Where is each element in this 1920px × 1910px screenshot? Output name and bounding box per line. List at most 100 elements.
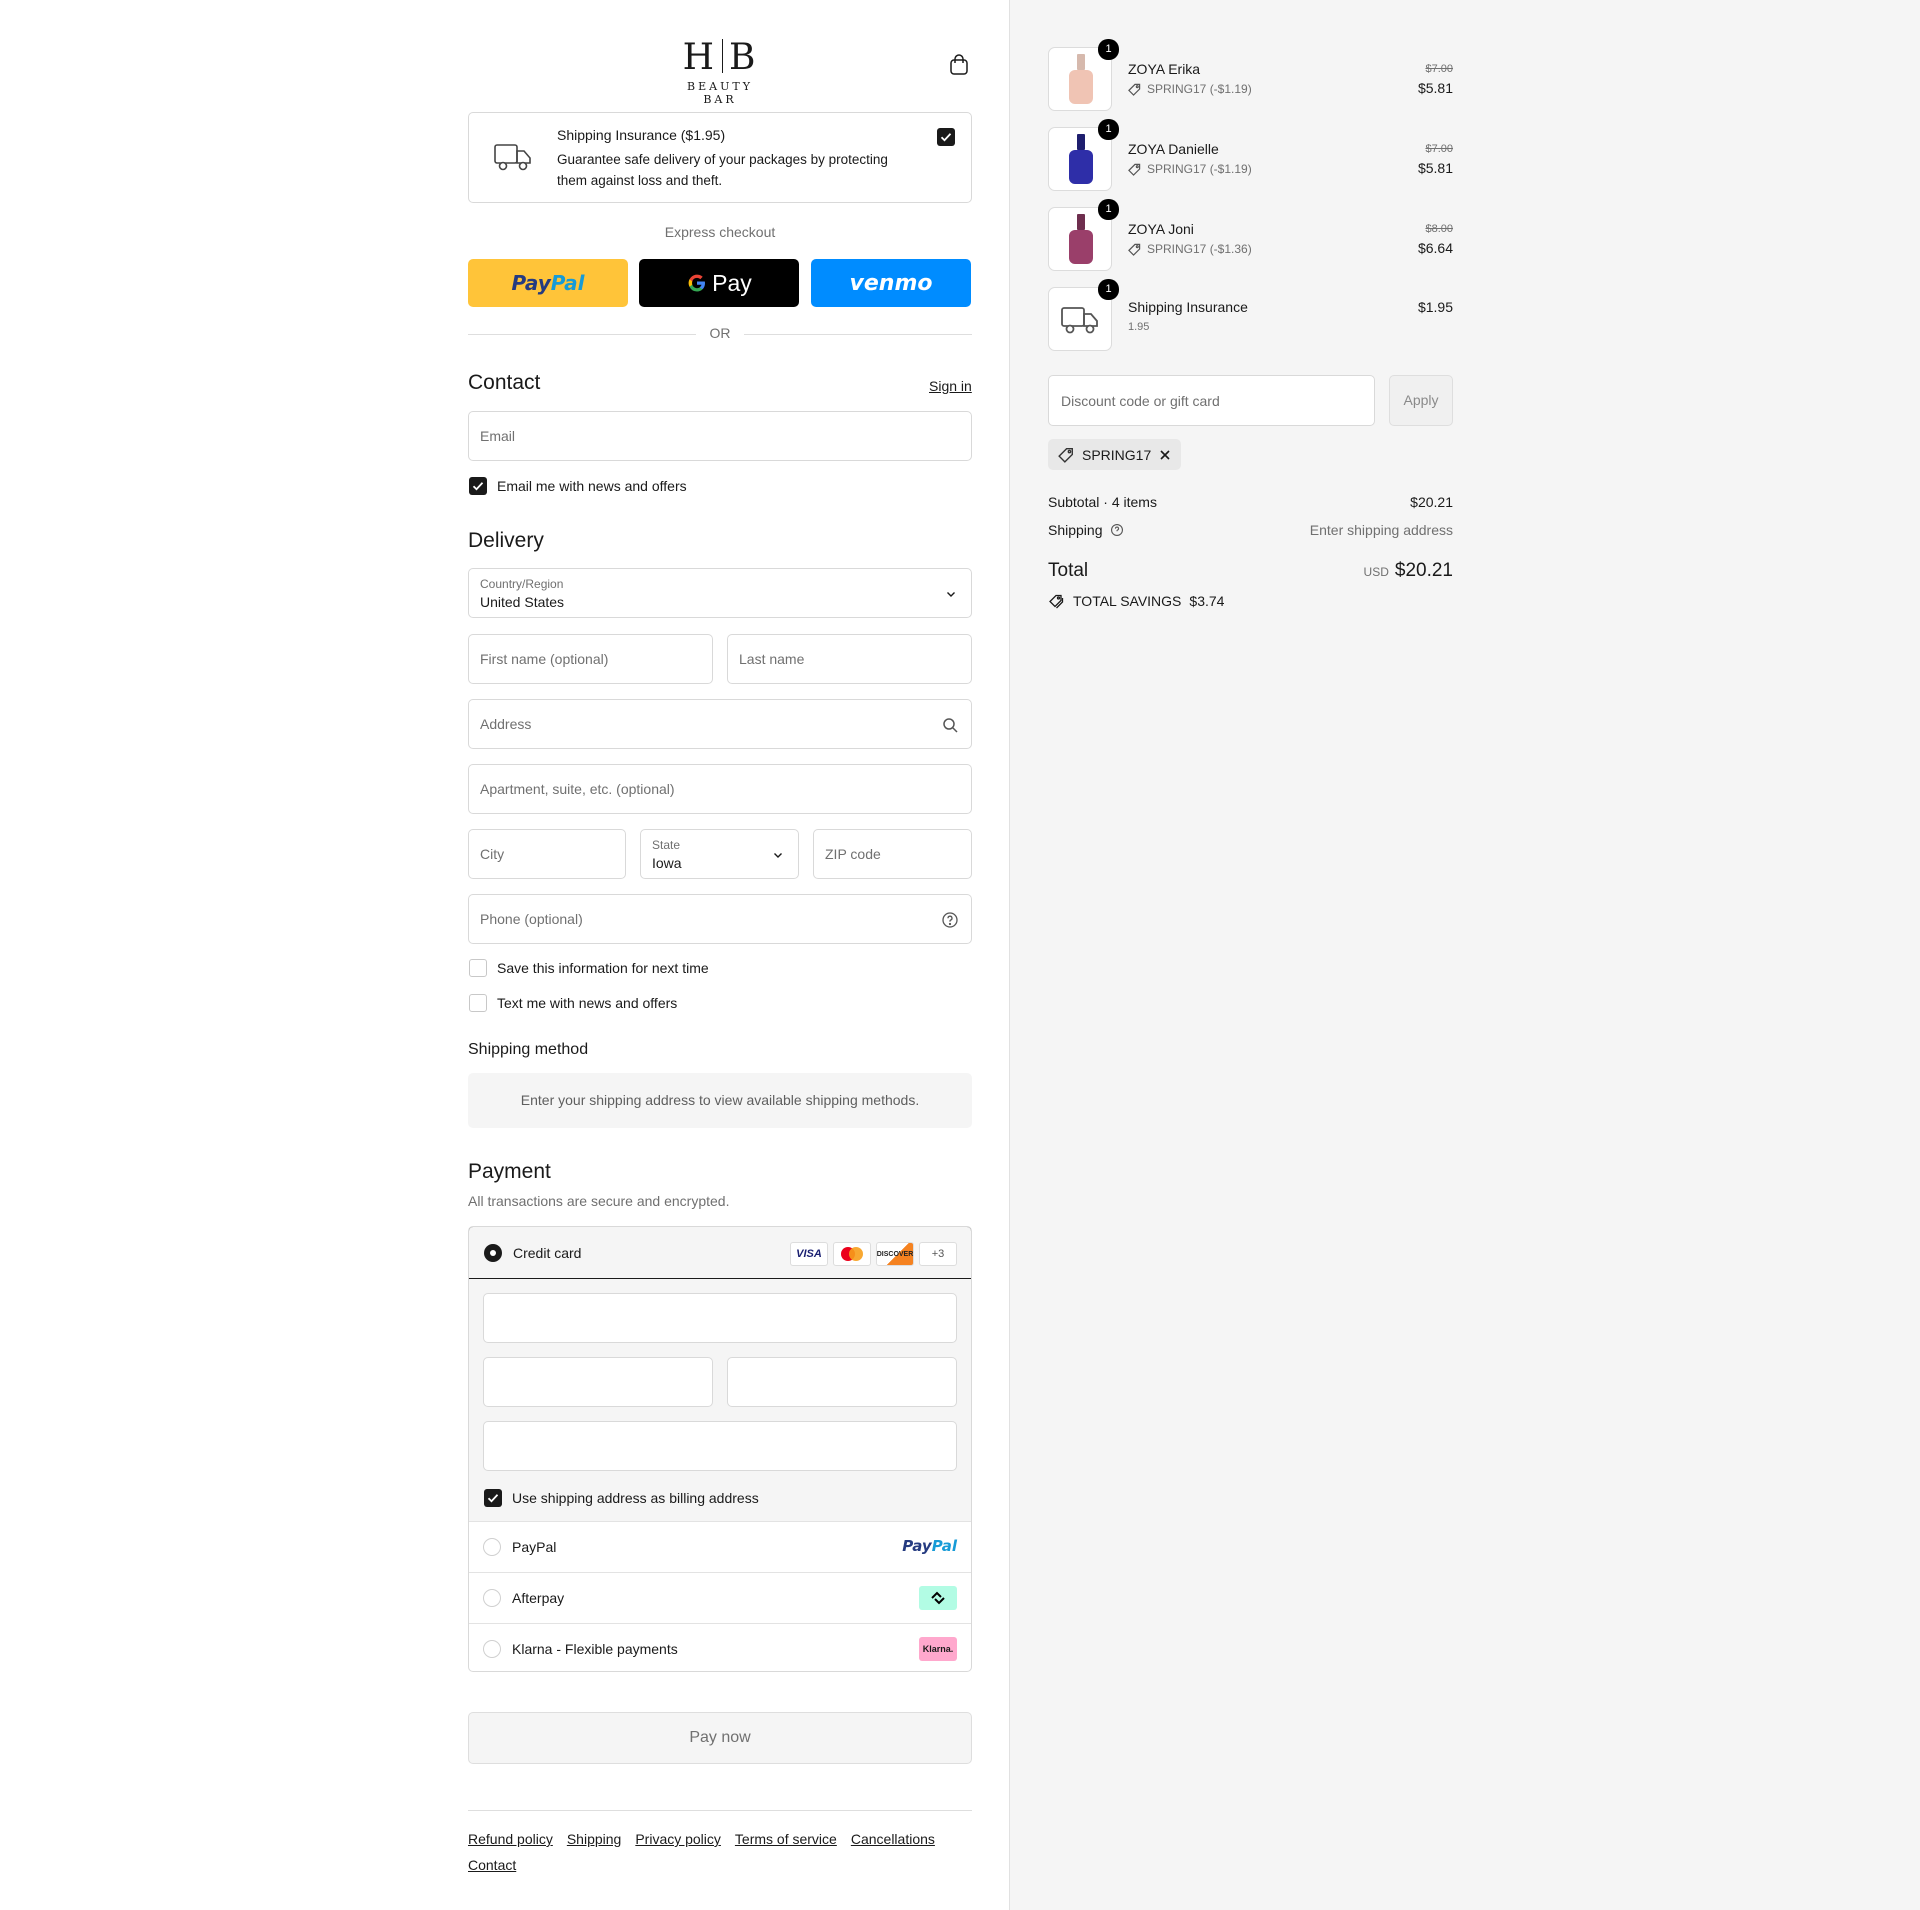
total-savings-label: TOTAL SAVINGS [1073, 593, 1182, 609]
city-field[interactable]: City [468, 829, 626, 879]
item-original-price: $8.00 [1425, 223, 1453, 235]
applied-discount-chip: SPRING17 [1048, 439, 1182, 470]
quantity-badge: 1 [1098, 199, 1119, 220]
check-icon [472, 482, 484, 491]
shipping-link[interactable]: Shipping [567, 1826, 622, 1852]
pay-now-button[interactable]: Pay now [468, 1712, 972, 1764]
card-number-field[interactable] [483, 1293, 957, 1343]
shopping-bag-icon[interactable] [948, 54, 970, 76]
item-original-price: $7.00 [1425, 63, 1453, 75]
store-logo[interactable]: HB BEAUTY BAR [669, 37, 771, 107]
contact-heading: Contact [468, 371, 541, 394]
total-label: Total [1048, 560, 1089, 581]
subtotal-value: $20.21 [1410, 494, 1453, 510]
paypal-logo: PayPal [902, 1537, 957, 1555]
billing-same-label: Use shipping address as billing address [512, 1490, 759, 1506]
email-placeholder: Email [480, 428, 516, 444]
paypal-logo: PayPal [511, 271, 585, 295]
total-row: Total USD $20.21 [1048, 560, 1453, 582]
save-info-checkbox[interactable] [469, 959, 487, 977]
insurance-description: Guarantee safe delivery of your packages… [557, 152, 888, 188]
card-expiry-field[interactable] [483, 1357, 713, 1407]
help-circle-icon[interactable] [941, 911, 959, 929]
close-icon[interactable] [1159, 449, 1171, 461]
more-cards-badge: +3 [919, 1242, 957, 1266]
paypal-express-button[interactable]: PayPal [468, 259, 628, 307]
email-field[interactable]: Email [468, 411, 972, 461]
item-variant: 1.95 [1128, 321, 1150, 333]
privacy-policy-link[interactable]: Privacy policy [635, 1826, 721, 1852]
text-news-checkbox[interactable] [469, 994, 487, 1012]
cancellations-link[interactable]: Cancellations [851, 1826, 935, 1852]
credit-card-radio[interactable] [484, 1244, 502, 1262]
billing-same-checkbox[interactable] [484, 1489, 502, 1507]
line-item: 1 ZOYA Joni SPRING17 (-$1.36) $8.00 $6.6… [1048, 199, 1453, 271]
state-select[interactable]: State Iowa [640, 829, 799, 879]
address-placeholder: Address [480, 716, 532, 732]
discount-code-input[interactable]: Discount code or gift card [1048, 375, 1375, 426]
bottle-1 [1069, 70, 1093, 104]
state-label: State [652, 838, 681, 852]
tag-icon [1128, 163, 1141, 176]
credit-card-label: Credit card [513, 1245, 582, 1261]
city-placeholder: City [480, 846, 505, 862]
truck-icon [494, 144, 531, 171]
item-discount: SPRING17 (-$1.36) [1128, 242, 1252, 256]
contact-link[interactable]: Contact [468, 1852, 516, 1878]
item-name: Shipping Insurance [1128, 299, 1248, 315]
card-cvv-field[interactable] [727, 1357, 957, 1407]
payment-option-afterpay[interactable]: Afterpay [469, 1573, 971, 1624]
item-discount-text: SPRING17 (-$1.19) [1147, 162, 1252, 176]
klarna-logo: Klarna. [919, 1637, 957, 1661]
help-circle-icon[interactable] [1110, 523, 1124, 537]
logo-subtitle: BEAUTY BAR [687, 80, 753, 106]
payment-subtitle: All transactions are secure and encrypte… [468, 1193, 730, 1209]
shipping-insurance-box[interactable]: Shipping Insurance ($1.95) Guarantee saf… [468, 112, 972, 203]
quantity-badge: 1 [1098, 119, 1119, 140]
apply-discount-button[interactable]: Apply [1389, 375, 1453, 426]
sign-in-link[interactable]: Sign in [929, 378, 972, 394]
gpay-label: Pay [712, 269, 752, 296]
payment-option-credit-card[interactable]: Credit card VISA DISCOVER +3 [469, 1227, 971, 1279]
last-name-placeholder: Last name [739, 651, 805, 667]
credit-card-form: Use shipping address as billing address [469, 1279, 971, 1522]
item-price: $5.81 [1417, 160, 1453, 176]
google-pay-button[interactable]: Pay [639, 259, 799, 307]
tag-icon [1058, 447, 1073, 463]
paypal-radio[interactable] [483, 1538, 501, 1556]
quantity-badge: 1 [1098, 279, 1119, 300]
email-news-checkbox[interactable] [469, 477, 487, 495]
last-name-field[interactable]: Last name [727, 634, 972, 684]
currency-code: USD [1363, 565, 1389, 579]
card-name-field[interactable] [483, 1421, 957, 1471]
item-name: ZOYA Joni [1128, 221, 1194, 237]
total-savings-row: TOTAL SAVINGS $3.74 [1048, 593, 1453, 609]
klarna-radio[interactable] [483, 1640, 501, 1658]
shipping-row: Shipping Enter shipping address [1048, 522, 1453, 538]
insurance-checkbox[interactable] [937, 128, 955, 146]
afterpay-radio[interactable] [483, 1589, 501, 1607]
card-logos: VISA DISCOVER +3 [790, 1242, 957, 1266]
phone-field[interactable]: Phone (optional) [468, 894, 972, 944]
venmo-button[interactable]: venmo [811, 259, 971, 307]
first-name-field[interactable]: First name (optional) [468, 634, 713, 684]
logo-letter-h: H [682, 37, 716, 78]
shipping-method-message: Enter your shipping address to view avai… [468, 1073, 972, 1128]
terms-of-service-link[interactable]: Terms of service [735, 1826, 837, 1852]
paypal-label: PayPal [512, 1539, 557, 1555]
zip-field[interactable]: ZIP code [813, 829, 972, 879]
address-field[interactable]: Address [468, 699, 972, 749]
delivery-heading: Delivery [468, 529, 544, 552]
discover-icon: DISCOVER [876, 1242, 914, 1266]
save-info-label: Save this information for next time [497, 960, 709, 976]
search-icon [943, 718, 958, 733]
payment-heading: Payment [468, 1160, 551, 1183]
footer-links: Refund policy Shipping Privacy policy Terms… [468, 1826, 972, 1878]
payment-option-paypal[interactable]: PayPal PayPal [469, 1522, 971, 1573]
country-select[interactable]: Country/Region United States [468, 568, 972, 618]
apartment-field[interactable]: Apartment, suite, etc. (optional) [468, 764, 972, 814]
payment-option-klarna[interactable]: Klarna - Flexible payments Klarna. [469, 1624, 971, 1671]
refund-policy-link[interactable]: Refund policy [468, 1826, 553, 1852]
afterpay-arrows-icon [931, 1591, 945, 1605]
mastercard-icon [833, 1242, 871, 1266]
